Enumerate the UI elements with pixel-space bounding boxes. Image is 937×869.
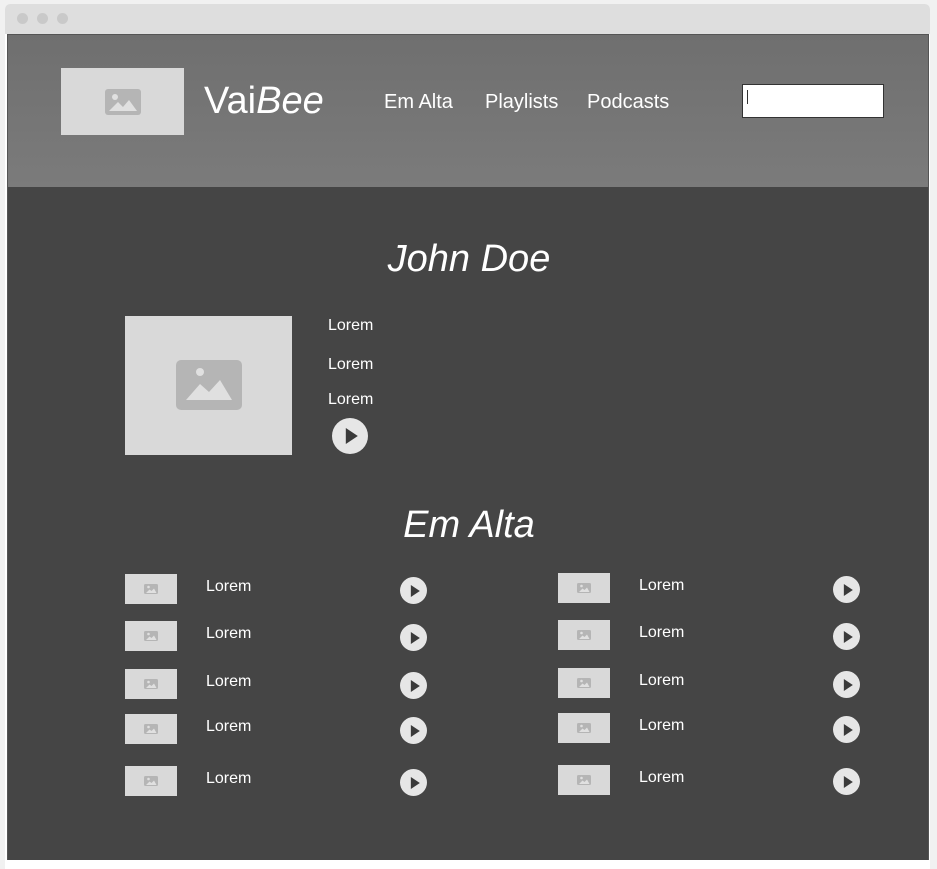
nav-em-alta[interactable]: Em Alta (384, 91, 453, 113)
track-thumbnail[interactable] (558, 668, 610, 698)
track-title[interactable]: Lorem (206, 673, 251, 691)
profile-image[interactable] (125, 316, 292, 455)
profile-play-button[interactable] (332, 418, 368, 454)
page-canvas: VaiBee Em Alta Playlists Podcasts John D… (7, 34, 929, 860)
track-play-button[interactable] (400, 672, 427, 699)
track-title[interactable]: Lorem (206, 718, 251, 736)
track-thumbnail[interactable] (558, 573, 610, 603)
track-play-button[interactable] (833, 576, 860, 603)
image-placeholder-icon (105, 89, 141, 115)
brand-name-italic: Bee (256, 80, 324, 122)
profile-detail-2: Lorem (328, 356, 374, 373)
profile-name: John Doe (387, 238, 551, 280)
track-play-button[interactable] (833, 716, 860, 743)
logo-image[interactable] (61, 68, 184, 135)
search-input[interactable] (742, 84, 884, 118)
image-placeholder-icon (144, 776, 158, 786)
image-placeholder-icon (144, 724, 158, 734)
image-placeholder-icon (577, 678, 591, 688)
window-titlebar (5, 4, 930, 34)
track-title[interactable]: Lorem (206, 578, 251, 596)
image-placeholder-icon (577, 583, 591, 593)
track-title[interactable]: Lorem (639, 577, 684, 595)
image-placeholder-icon (577, 630, 591, 640)
profile-detail-1: Lorem (328, 317, 374, 334)
track-play-button[interactable] (400, 769, 427, 796)
track-thumbnail[interactable] (125, 714, 177, 744)
image-placeholder-icon (176, 360, 242, 410)
text-caret (747, 90, 748, 104)
image-placeholder-icon (577, 775, 591, 785)
track-title[interactable]: Lorem (206, 625, 251, 643)
image-placeholder-icon (144, 631, 158, 641)
track-title[interactable]: Lorem (639, 717, 684, 735)
brand-name-plain: Vai (204, 80, 257, 122)
track-thumbnail[interactable] (125, 766, 177, 796)
track-title[interactable]: Lorem (639, 769, 684, 787)
track-title[interactable]: Lorem (206, 770, 251, 788)
image-placeholder-icon (144, 679, 158, 689)
window-dot-maximize[interactable] (57, 13, 68, 24)
profile-detail-3: Lorem (328, 391, 374, 408)
trending-title: Em Alta (403, 504, 535, 546)
track-thumbnail[interactable] (125, 669, 177, 699)
image-placeholder-icon (144, 584, 158, 594)
track-thumbnail[interactable] (558, 620, 610, 650)
image-placeholder-icon (577, 723, 591, 733)
track-thumbnail[interactable] (558, 765, 610, 795)
track-play-button[interactable] (833, 768, 860, 795)
track-play-button[interactable] (400, 717, 427, 744)
nav-podcasts[interactable]: Podcasts (587, 91, 669, 113)
window-dot-close[interactable] (17, 13, 28, 24)
track-play-button[interactable] (400, 577, 427, 604)
track-title[interactable]: Lorem (639, 672, 684, 690)
nav-playlists[interactable]: Playlists (485, 91, 558, 113)
track-play-button[interactable] (833, 623, 860, 650)
track-thumbnail[interactable] (558, 713, 610, 743)
site-header: VaiBee Em Alta Playlists Podcasts (8, 35, 928, 187)
track-thumbnail[interactable] (125, 574, 177, 604)
window-dot-minimize[interactable] (37, 13, 48, 24)
track-play-button[interactable] (400, 624, 427, 651)
brand-name[interactable]: VaiBee (204, 79, 324, 123)
main-content: John Doe Lorem Lorem Lorem Em Alta Lorem… (8, 187, 928, 860)
track-title[interactable]: Lorem (639, 624, 684, 642)
browser-window: VaiBee Em Alta Playlists Podcasts John D… (5, 4, 930, 869)
track-thumbnail[interactable] (125, 621, 177, 651)
track-play-button[interactable] (833, 671, 860, 698)
